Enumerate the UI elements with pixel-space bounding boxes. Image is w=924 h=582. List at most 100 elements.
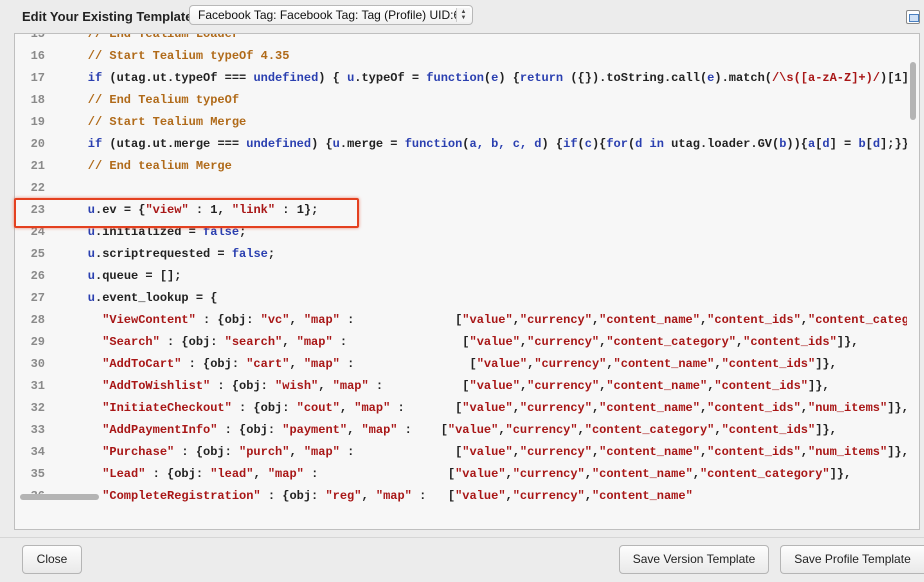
code-line[interactable]: 32 "InitiateCheckout" : {obj: "cout", "m… (15, 397, 907, 419)
code-line[interactable]: 35 "Lead" : {obj: "lead", "map" : ["valu… (15, 463, 907, 485)
code-token: .merge = (339, 137, 405, 151)
code-token: ) { (541, 137, 564, 151)
code-token: "content_categor (808, 313, 907, 327)
code-token: (utag.ut.merge === (109, 137, 247, 151)
line-number: 29 (30, 335, 45, 349)
code-token: "currency" (519, 445, 592, 459)
code-token: "content_ids" (743, 335, 837, 349)
line-number: 16 (30, 49, 45, 63)
code-token: false (231, 247, 268, 261)
code-line[interactable]: 18 // End Tealium typeOf (15, 89, 907, 111)
code-token: ]}, (808, 379, 830, 393)
code-line[interactable]: 29 "Search" : {obj: "search", "map" : ["… (15, 331, 907, 353)
line-code: u.initialized = false; (59, 221, 246, 243)
code-token: "ViewContent" (59, 313, 196, 327)
horizontal-scrollbar[interactable] (20, 494, 99, 500)
code-line[interactable]: 31 "AddToWishlist" : {obj: "wish", "map"… (15, 375, 907, 397)
code-line[interactable]: 27 u.event_lookup = { (15, 287, 907, 309)
code-line[interactable]: 34 "Purchase" : {obj: "purch", "map" : [… (15, 441, 907, 463)
code-token: "content_ids" (707, 401, 801, 415)
code-line[interactable]: 28 "ViewContent" : {obj: "vc", "map" : [… (15, 309, 907, 331)
line-number: 15 (30, 33, 45, 41)
line-code: // End tealium Merge (59, 155, 232, 177)
code-line[interactable]: 19 // Start Tealium Merge (15, 111, 907, 133)
code-line[interactable]: 17 if (utag.ut.typeOf === undefined) { u… (15, 67, 907, 89)
code-token: , (584, 467, 592, 481)
code-editor[interactable]: 15 // End Tealium Loader 16 // Start Teal… (14, 33, 920, 530)
line-code: // End Tealium Loader (59, 33, 240, 45)
code-token: "cout" (296, 401, 340, 415)
code-token: "value" (455, 489, 506, 503)
code-line[interactable]: 33 "AddPaymentInfo" : {obj: "payment", "… (15, 419, 907, 441)
code-token: "map" (361, 423, 398, 437)
code-token: "AddToCart" (59, 357, 182, 371)
code-token: // End Tealium typeOf (59, 93, 240, 107)
save-version-template-button[interactable]: Save Version Template (619, 545, 769, 574)
code-token: : 1, (188, 203, 232, 217)
code-line[interactable]: 21 // End tealium Merge (15, 155, 907, 177)
code-token: .scriptrequested = (95, 247, 232, 261)
code-token: ; (267, 247, 276, 261)
code-line[interactable]: 30 "AddToCart" : {obj: "cart", "map" : [… (15, 353, 907, 375)
template-select[interactable]: Facebook Tag: Facebook Tag: Tag (Profile… (189, 5, 473, 25)
code-token: : [ (332, 335, 470, 349)
code-token: in (642, 137, 672, 151)
code-token: "reg" (325, 489, 362, 503)
code-token: "map" (303, 313, 340, 327)
code-token: "content_name" (599, 401, 700, 415)
code-token: : {obj: (181, 357, 247, 371)
code-line[interactable]: 24 u.initialized = false; (15, 221, 907, 243)
window-icon[interactable] (906, 10, 920, 24)
code-line[interactable]: 16 // Start Tealium typeOf 4.35 (15, 45, 907, 67)
code-line[interactable]: 23 u.ev = {"view" : 1, "link" : 1}; (15, 199, 907, 221)
line-code: if (utag.ut.merge === undefined) {u.merg… (59, 133, 907, 155)
vertical-scrollbar[interactable] (910, 62, 916, 120)
code-area[interactable]: 15 // End Tealium Loader 16 // Start Teal… (15, 33, 907, 503)
code-token: /\s([a-zA-Z]+)/ (771, 71, 881, 85)
code-token: "content_ids" (714, 379, 809, 393)
code-token: , (289, 357, 304, 371)
code-token: : {obj: (260, 489, 326, 503)
code-token: ; (239, 225, 247, 239)
close-button[interactable]: Close (22, 545, 82, 574)
code-token: ( (462, 137, 470, 151)
code-token: "Lead" (59, 467, 146, 481)
code-token: , (339, 401, 355, 415)
code-line[interactable]: 25 u.scriptrequested = false; (15, 243, 907, 265)
code-token: ]}, (887, 445, 907, 459)
code-line[interactable]: 20 if (utag.ut.merge === undefined) {u.m… (15, 133, 907, 155)
code-line[interactable]: 36 "CompleteRegistration" : {obj: "reg",… (15, 485, 907, 503)
code-token: return (519, 71, 564, 85)
code-token: "content_category" (606, 335, 736, 349)
line-number: 25 (30, 247, 45, 261)
line-number: 30 (30, 357, 45, 371)
code-token: : [ (368, 379, 470, 393)
code-token: ).match( (714, 71, 772, 85)
line-number: 31 (30, 379, 45, 393)
code-token: , (800, 445, 808, 459)
code-token: )[1]. (880, 71, 907, 85)
line-code: "Purchase" : {obj: "purch", "map" : ["va… (59, 441, 907, 463)
save-profile-template-button[interactable]: Save Profile Template (780, 545, 924, 574)
code-token: // End Tealium Loader (59, 33, 240, 41)
code-token: "wish" (275, 379, 319, 393)
template-selector-label: Edit Your Existing Template: (22, 9, 197, 24)
line-number: 20 (30, 137, 45, 151)
line-code: "AddToWishlist" : {obj: "wish", "map" : … (59, 375, 830, 397)
code-token: ({}).toString.call( (563, 71, 708, 85)
code-token: u (59, 247, 96, 261)
code-token: "content_ids" (707, 445, 801, 459)
code-token: , (512, 401, 520, 415)
code-token: "value" (476, 357, 528, 371)
code-line[interactable]: 15 // End Tealium Loader (15, 33, 907, 45)
code-token: "lead" (210, 467, 254, 481)
line-code: "AddToCart" : {obj: "cart", "map" : ["va… (59, 353, 837, 375)
code-token: "currency" (527, 335, 600, 349)
code-token: : {obj: (145, 467, 211, 481)
code-token: "Search" (59, 335, 160, 349)
code-line[interactable]: 26 u.queue = []; (15, 265, 907, 287)
code-token: "content_ids" (721, 357, 816, 371)
code-token: // End tealium Merge (59, 159, 232, 173)
code-line[interactable]: 22 (15, 177, 907, 199)
code-token: "map" (332, 379, 369, 393)
